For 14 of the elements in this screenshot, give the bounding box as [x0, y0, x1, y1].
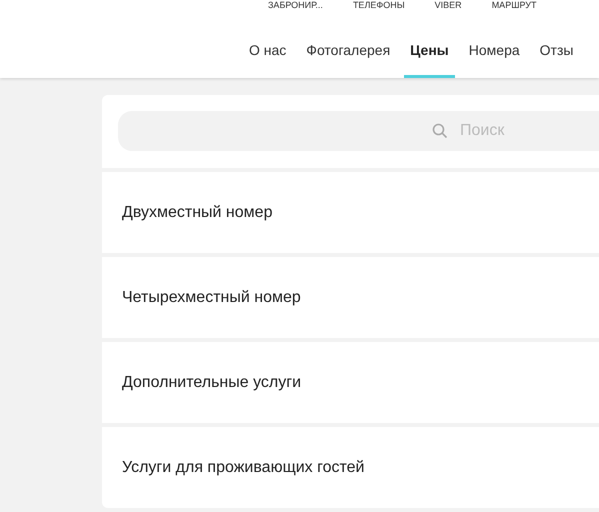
- nav-tab[interactable]: Номера: [468, 40, 520, 78]
- top-link[interactable]: VIBER: [434, 0, 462, 10]
- section-title[interactable]: Дополнительные услуги: [122, 370, 302, 394]
- top-link[interactable]: ТЕЛЕФОНЫ: [352, 0, 405, 10]
- nav-tab[interactable]: Цены: [404, 40, 455, 78]
- search-icon: [432, 123, 448, 139]
- nav-tab[interactable]: Отзы: [540, 40, 574, 78]
- top-link[interactable]: ЗАБРОНИР...: [268, 0, 323, 10]
- nav-tab[interactable]: Фотогалерея: [306, 40, 390, 78]
- section-title[interactable]: Услуги для проживающих гостей: [122, 456, 364, 480]
- nav-tab[interactable]: О нас: [249, 40, 286, 78]
- top-link[interactable]: МАРШРУТ: [492, 0, 536, 10]
- section-title[interactable]: Четырехместный номер: [122, 286, 301, 310]
- section-title[interactable]: Двухместный номер: [122, 200, 272, 224]
